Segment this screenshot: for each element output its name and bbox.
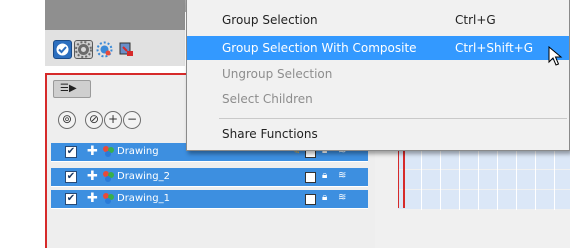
timeline-track[interactable] (398, 170, 570, 189)
panel-menu-button[interactable]: ☰▶ (53, 80, 91, 98)
layer-visibility-checkbox[interactable]: ✔ (65, 193, 77, 205)
remove-layer-icon[interactable]: − (123, 111, 141, 129)
timeline-track[interactable] (398, 150, 570, 169)
timeline-track[interactable] (398, 190, 570, 209)
frame-divider (535, 150, 536, 210)
layer-visibility-checkbox[interactable]: ✔ (65, 171, 77, 183)
frame-divider (440, 150, 441, 210)
drawing-layer-icon: ✚ (87, 169, 98, 184)
menu-item-label: Group Selection With Composite (222, 41, 417, 55)
menu-item-label: Select Children (222, 92, 313, 106)
layer-name: Drawing_2 (117, 171, 170, 182)
menu-item-select-children[interactable]: Select Children (187, 87, 569, 111)
palette-icon (103, 171, 114, 182)
context-menu: Group Selection Ctrl+G Group Selection W… (186, 0, 570, 151)
database-icon[interactable]: ≋ (338, 192, 346, 203)
frame-divider (421, 150, 422, 210)
frame-divider (478, 150, 479, 210)
playhead-line (403, 150, 405, 208)
top-panel-area (45, 0, 185, 30)
frame-divider (497, 150, 498, 210)
frame-divider (554, 150, 555, 210)
drawing-layer-icon: ✚ (87, 144, 98, 159)
palette-icon (103, 193, 114, 204)
menu-item-share-functions[interactable]: Share Functions (187, 122, 569, 146)
node-icon[interactable] (117, 40, 136, 59)
menu-item-group-selection-with-composite[interactable]: Group Selection With Composite Ctrl+Shif… (187, 36, 569, 60)
menu-item-shortcut: Ctrl+G (455, 13, 496, 27)
playhead-line-edge (398, 150, 399, 208)
layer-visibility-checkbox[interactable]: ✔ (65, 146, 77, 158)
layer-enable-box[interactable] (305, 172, 316, 183)
menu-separator (219, 118, 567, 119)
arrow-cursor-icon (548, 46, 563, 66)
palette-icon (103, 146, 114, 157)
layer-name: Drawing_1 (117, 193, 170, 204)
drawing-layer-icon: ✚ (87, 191, 98, 206)
database-icon[interactable]: ≋ (338, 170, 346, 181)
onion-skin-off-icon[interactable]: ⊘ (85, 111, 103, 129)
menu-item-group-selection[interactable]: Group Selection Ctrl+G (187, 8, 569, 32)
menu-item-label: Ungroup Selection (222, 67, 333, 81)
frame-divider (516, 150, 517, 210)
add-layer-icon[interactable]: + (104, 111, 122, 129)
panel-menu-icon: ☰▶ (60, 83, 77, 94)
layer-row[interactable]: ✔ ✚ Drawing_2 🔒︎ ≋ (51, 168, 368, 187)
check-circle-icon[interactable] (53, 40, 72, 59)
gear-icon[interactable] (74, 40, 93, 59)
frame-divider (459, 150, 460, 210)
lock-icon[interactable]: 🔒︎ (322, 170, 327, 181)
layer-enable-box[interactable] (305, 194, 316, 205)
layer-row[interactable]: ✔ ✚ Drawing_1 🔒︎ ≋ (51, 190, 368, 209)
menu-item-ungroup-selection[interactable]: Ungroup Selection (187, 62, 569, 86)
menu-item-label: Group Selection (222, 13, 318, 27)
left-margin (0, 0, 45, 248)
sun-gear-icon[interactable] (95, 40, 114, 59)
onion-skin-icon[interactable]: ⊚ (58, 111, 76, 129)
menu-item-label: Share Functions (222, 127, 318, 141)
layer-name: Drawing (117, 146, 159, 157)
lock-icon[interactable]: 🔒︎ (322, 192, 327, 203)
menu-item-shortcut: Ctrl+Shift+G (455, 41, 534, 55)
